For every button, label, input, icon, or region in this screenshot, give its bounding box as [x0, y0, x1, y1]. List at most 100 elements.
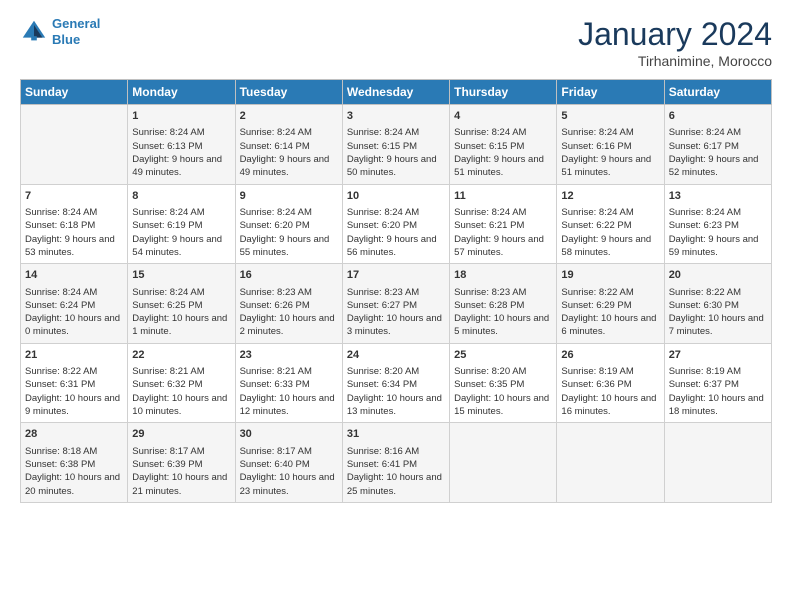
daylight-text: Daylight: 9 hours and 50 minutes. — [347, 153, 445, 180]
sunrise-text: Sunrise: 8:24 AM — [561, 206, 659, 219]
day-number: 18 — [454, 268, 552, 283]
daylight-text: Daylight: 9 hours and 51 minutes. — [561, 153, 659, 180]
calendar-cell: 1Sunrise: 8:24 AMSunset: 6:13 PMDaylight… — [128, 105, 235, 185]
sunset-text: Sunset: 6:37 PM — [669, 378, 767, 391]
sunrise-text: Sunrise: 8:24 AM — [669, 126, 767, 139]
calendar-cell — [557, 423, 664, 503]
day-number: 2 — [240, 109, 338, 124]
daylight-text: Daylight: 9 hours and 57 minutes. — [454, 233, 552, 260]
daylight-text: Daylight: 10 hours and 7 minutes. — [669, 312, 767, 339]
daylight-text: Daylight: 10 hours and 6 minutes. — [561, 312, 659, 339]
header-row-days: SundayMondayTuesdayWednesdayThursdayFrid… — [21, 80, 772, 105]
calendar-cell: 22Sunrise: 8:21 AMSunset: 6:32 PMDayligh… — [128, 343, 235, 423]
calendar-cell: 21Sunrise: 8:22 AMSunset: 6:31 PMDayligh… — [21, 343, 128, 423]
daylight-text: Daylight: 10 hours and 9 minutes. — [25, 392, 123, 419]
day-number: 27 — [669, 348, 767, 363]
day-number: 10 — [347, 189, 445, 204]
calendar-cell: 17 Sunrise: 8:23 AMSunset: 6:27 PMDayligh… — [342, 264, 449, 344]
day-number: 25 — [454, 348, 552, 363]
calendar-cell: 13Sunrise: 8:24 AMSunset: 6:23 PMDayligh… — [664, 184, 771, 264]
day-number: 8 — [132, 189, 230, 204]
calendar-cell: 8Sunrise: 8:24 AMSunset: 6:19 PMDaylight… — [128, 184, 235, 264]
daylight-text: Daylight: 10 hours and 18 minutes. — [669, 392, 767, 419]
daylight-text: Daylight: 10 hours and 16 minutes. — [561, 392, 659, 419]
logo-icon — [20, 18, 48, 46]
page: General Blue January 2024 Tirhanimine, M… — [0, 0, 792, 612]
calendar-cell: 30Sunrise: 8:17 AMSunset: 6:40 PMDayligh… — [235, 423, 342, 503]
day-number: 1 — [132, 109, 230, 124]
title-block: January 2024 Tirhanimine, Morocco — [578, 16, 772, 69]
sunrise-text: Sunrise: 8:24 AM — [347, 206, 445, 219]
day-number: 24 — [347, 348, 445, 363]
sunrise-text: Sunrise: 8:23 AM — [454, 286, 552, 299]
calendar-cell: 20Sunrise: 8:22 AMSunset: 6:30 PMDayligh… — [664, 264, 771, 344]
day-number: 19 — [561, 268, 659, 283]
sunset-text: Sunset: 6:29 PM — [561, 299, 659, 312]
day-number: 31 — [347, 427, 445, 442]
header-day: Saturday — [664, 80, 771, 105]
day-number: 20 — [669, 268, 767, 283]
sunset-text: Sunset: 6:20 PM — [240, 219, 338, 232]
sunset-text: Sunset: 6:26 PM — [240, 299, 338, 312]
daylight-text: Daylight: 10 hours and 13 minutes. — [347, 392, 445, 419]
day-number: 17 — [347, 268, 445, 283]
calendar-cell: 7 Sunrise: 8:24 AMSunset: 6:18 PMDaylight… — [21, 184, 128, 264]
sunrise-text: Sunrise: 8:24 AM — [240, 126, 338, 139]
daylight-text: Daylight: 10 hours and 15 minutes. — [454, 392, 552, 419]
header-day: Wednesday — [342, 80, 449, 105]
calendar-cell: 31Sunrise: 8:16 AMSunset: 6:41 PMDayligh… — [342, 423, 449, 503]
daylight-text: Daylight: 10 hours and 25 minutes. — [347, 471, 445, 498]
sunrise-text: Sunrise: 8:24 AM — [25, 206, 123, 219]
daylight-text: Daylight: 9 hours and 52 minutes. — [669, 153, 767, 180]
day-number: 12 — [561, 189, 659, 204]
daylight-text: Daylight: 10 hours and 2 minutes. — [240, 312, 338, 339]
day-number: 7 — [25, 189, 123, 204]
logo-text: General Blue — [52, 16, 100, 47]
calendar-table: SundayMondayTuesdayWednesdayThursdayFrid… — [20, 79, 772, 503]
sunset-text: Sunset: 6:22 PM — [561, 219, 659, 232]
calendar-cell: 3Sunrise: 8:24 AMSunset: 6:15 PMDaylight… — [342, 105, 449, 185]
daylight-text: Daylight: 10 hours and 5 minutes. — [454, 312, 552, 339]
day-number: 3 — [347, 109, 445, 124]
sunset-text: Sunset: 6:36 PM — [561, 378, 659, 391]
day-number: 29 — [132, 427, 230, 442]
calendar-cell: 28Sunrise: 8:18 AMSunset: 6:38 PMDayligh… — [21, 423, 128, 503]
day-number: 16 — [240, 268, 338, 283]
daylight-text: Daylight: 9 hours and 53 minutes. — [25, 233, 123, 260]
sunset-text: Sunset: 6:16 PM — [561, 140, 659, 153]
day-number: 5 — [561, 109, 659, 124]
daylight-text: Daylight: 9 hours and 56 minutes. — [347, 233, 445, 260]
calendar-cell: 6Sunrise: 8:24 AMSunset: 6:17 PMDaylight… — [664, 105, 771, 185]
daylight-text: Daylight: 9 hours and 55 minutes. — [240, 233, 338, 260]
calendar-cell: 10Sunrise: 8:24 AMSunset: 6:20 PMDayligh… — [342, 184, 449, 264]
sunset-text: Sunset: 6:21 PM — [454, 219, 552, 232]
sunset-text: Sunset: 6:28 PM — [454, 299, 552, 312]
sunset-text: Sunset: 6:18 PM — [25, 219, 123, 232]
calendar-cell: 12 Sunrise: 8:24 AMSunset: 6:22 PMDayligh… — [557, 184, 664, 264]
sunset-text: Sunset: 6:27 PM — [347, 299, 445, 312]
calendar-cell: 16Sunrise: 8:23 AMSunset: 6:26 PMDayligh… — [235, 264, 342, 344]
day-number: 26 — [561, 348, 659, 363]
sunrise-text: Sunrise: 8:22 AM — [561, 286, 659, 299]
calendar-cell: 4Sunrise: 8:24 AMSunset: 6:15 PMDaylight… — [450, 105, 557, 185]
sunrise-text: Sunrise: 8:21 AM — [132, 365, 230, 378]
day-number: 30 — [240, 427, 338, 442]
header-day: Tuesday — [235, 80, 342, 105]
daylight-text: Daylight: 9 hours and 58 minutes. — [561, 233, 659, 260]
sunrise-text: Sunrise: 8:23 AM — [347, 286, 445, 299]
sunrise-text: Sunrise: 8:22 AM — [669, 286, 767, 299]
header-day: Monday — [128, 80, 235, 105]
sunset-text: Sunset: 6:31 PM — [25, 378, 123, 391]
calendar-cell: 29Sunrise: 8:17 AMSunset: 6:39 PMDayligh… — [128, 423, 235, 503]
calendar-week: 1Sunrise: 8:24 AMSunset: 6:13 PMDaylight… — [21, 105, 772, 185]
logo-line1: General — [52, 16, 100, 31]
sunrise-text: Sunrise: 8:24 AM — [132, 206, 230, 219]
sunrise-text: Sunrise: 8:17 AM — [132, 445, 230, 458]
calendar-cell: 27Sunrise: 8:19 AMSunset: 6:37 PMDayligh… — [664, 343, 771, 423]
header-day: Friday — [557, 80, 664, 105]
sunset-text: Sunset: 6:40 PM — [240, 458, 338, 471]
sunset-text: Sunset: 6:41 PM — [347, 458, 445, 471]
sunrise-text: Sunrise: 8:18 AM — [25, 445, 123, 458]
daylight-text: Daylight: 10 hours and 3 minutes. — [347, 312, 445, 339]
calendar-week: 21Sunrise: 8:22 AMSunset: 6:31 PMDayligh… — [21, 343, 772, 423]
